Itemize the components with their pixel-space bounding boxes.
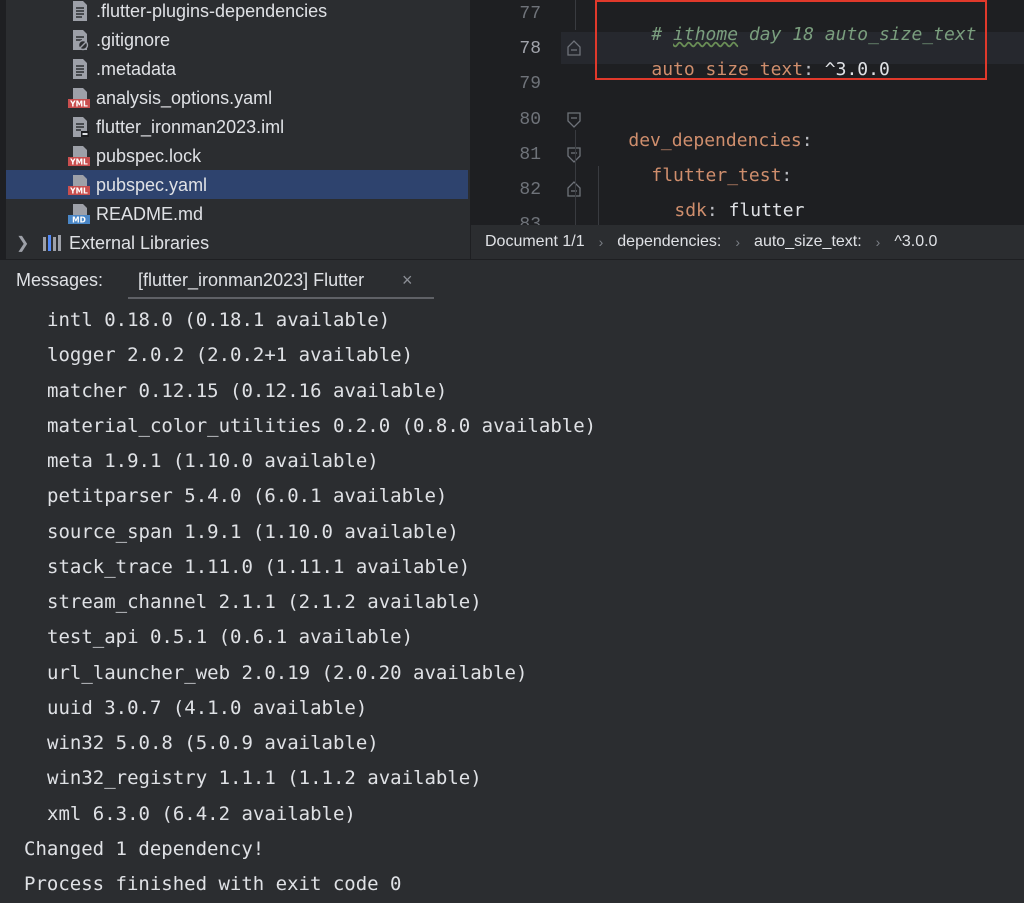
console-line: win32 5.0.8 (5.0.9 available)	[47, 732, 379, 754]
fold-start-icon[interactable]	[567, 147, 581, 163]
line-number: 78	[519, 39, 541, 59]
tree-item-label: .metadata	[96, 59, 177, 79]
fold-end-icon[interactable]	[567, 40, 581, 56]
yaml-file-icon: YML	[68, 175, 90, 196]
tree-item-label: .gitignore	[96, 30, 171, 50]
markdown-file-icon: MD	[68, 204, 90, 225]
tree-item-label: pubspec.yaml	[96, 175, 208, 195]
console-line: xml 6.3.0 (6.4.2 available)	[47, 802, 356, 825]
annotation-highlight-box	[595, 0, 987, 80]
yaml-file-icon: YML	[68, 88, 90, 109]
yml-badge: YML	[69, 100, 88, 109]
console-line: logger 2.0.2 (2.0.2+1 available)	[47, 344, 414, 367]
breadcrumb-item[interactable]: Document 1/1	[485, 233, 585, 251]
console-summary-line: Changed 1 dependency!	[24, 837, 265, 860]
library-icon	[43, 235, 61, 251]
chevron-right-icon: ›	[735, 234, 741, 250]
console-line: uuid 3.0.7 (4.1.0 available)	[47, 696, 368, 719]
iml-file-icon	[73, 117, 89, 137]
yml-badge: YML	[69, 187, 88, 196]
text-file-icon	[73, 1, 87, 21]
console-line: material_color_utilities 0.2.0 (0.8.0 av…	[47, 414, 597, 437]
yml-badge: YML	[69, 158, 88, 167]
tree-item-label: analysis_options.yaml	[96, 88, 273, 108]
tree-item-label: README.md	[96, 204, 204, 224]
text-file-icon	[73, 59, 87, 79]
process-exit-line: Process finished with exit code 0	[24, 873, 402, 895]
fold-start-icon[interactable]	[567, 112, 581, 128]
breadcrumb: Document 1/1 › dependencies: › auto_size…	[471, 225, 1024, 259]
ignore-file-icon	[73, 30, 89, 51]
console-line: stream_channel 2.1.1 (2.1.2 available)	[47, 591, 482, 613]
line-number: 80	[519, 110, 541, 130]
yaml-colon: :	[706, 200, 729, 221]
messages-title: Messages:	[16, 270, 104, 290]
chevron-right-icon[interactable]: ❯	[16, 233, 29, 253]
line-number: 83	[519, 215, 541, 225]
project-tree: .flutter-plugins-dependencies .gitignore…	[0, 0, 470, 259]
tab-label: [flutter_ironman2023] Flutter	[138, 270, 365, 290]
tree-item-pubspec-lock[interactable]: YML pubspec.lock	[6, 141, 468, 170]
breadcrumb-item[interactable]: dependencies:	[617, 233, 721, 251]
tree-item-label: .flutter-plugins-dependencies	[96, 1, 328, 21]
close-icon[interactable]: ×	[402, 270, 413, 291]
tree-item-flutter-plugins-dependencies[interactable]: .flutter-plugins-dependencies	[6, 0, 468, 25]
console-line: petitparser 5.4.0 (6.0.1 available)	[47, 485, 448, 508]
fold-end-icon[interactable]	[567, 181, 581, 197]
console-line: meta 1.9.1 (1.10.0 available)	[47, 450, 379, 472]
console-line: url_launcher_web 2.0.19 (2.0.20 availabl…	[47, 661, 528, 684]
console-line: matcher 0.12.15 (0.12.16 available)	[47, 379, 448, 402]
tree-item-label: pubspec.lock	[96, 146, 202, 166]
indent-guide	[575, 0, 576, 30]
tab-flutter[interactable]: [flutter_ironman2023] Flutter ×	[128, 260, 434, 300]
code-line-82: sdk: flutter	[631, 179, 804, 225]
console-line: win32_registry 1.1.1 (1.1.2 available)	[47, 767, 482, 790]
tree-item-pubspec-yaml[interactable]: YML pubspec.yaml	[6, 170, 468, 199]
tree-item-label: flutter_ironman2023.iml	[96, 117, 285, 137]
tree-item-analysis-options[interactable]: YML analysis_options.yaml	[6, 83, 468, 112]
tree-item-readme[interactable]: MD README.md	[6, 199, 468, 228]
md-badge: MD	[72, 216, 86, 225]
yaml-value: flutter	[728, 200, 805, 221]
yaml-key: sdk	[674, 200, 707, 221]
line-number: 81	[519, 145, 541, 165]
tree-item-metadata[interactable]: .metadata	[6, 54, 468, 83]
line-number: 82	[519, 180, 541, 200]
tree-item-label: External Libraries	[69, 233, 210, 253]
line-number: 79	[519, 74, 541, 94]
line-number: 77	[519, 4, 541, 24]
console-output[interactable]: intl 0.18.0 (0.18.1 available) logger 2.0…	[0, 299, 1024, 903]
indent-guide	[598, 166, 599, 225]
breadcrumb-item[interactable]: auto_size_text:	[754, 233, 862, 251]
tree-item-external-libraries[interactable]: ❯ External Libraries	[6, 228, 468, 257]
code-editor[interactable]: 77 78 79 80 81 82 83 # ithome day 18 aut…	[471, 0, 1024, 225]
chevron-right-icon: ›	[875, 234, 881, 250]
console-line: intl 0.18.0 (0.18.1 available)	[47, 309, 391, 331]
tree-item-gitignore[interactable]: .gitignore	[6, 25, 468, 54]
indent-guide	[575, 130, 576, 225]
messages-tool-window-header: Messages: [flutter_ironman2023] Flutter …	[0, 259, 1024, 300]
console-line: test_api 0.5.1 (0.6.1 available)	[47, 626, 414, 649]
breadcrumb-item[interactable]: ^3.0.0	[894, 233, 937, 251]
yaml-file-icon: YML	[68, 146, 90, 167]
tree-item-iml[interactable]: flutter_ironman2023.iml	[6, 112, 468, 141]
console-line: stack_trace 1.11.0 (1.11.1 available)	[47, 555, 471, 578]
console-line: source_span 1.9.1 (1.10.0 available)	[47, 520, 459, 543]
chevron-right-icon: ›	[598, 234, 604, 250]
yaml-colon: :	[801, 130, 813, 151]
